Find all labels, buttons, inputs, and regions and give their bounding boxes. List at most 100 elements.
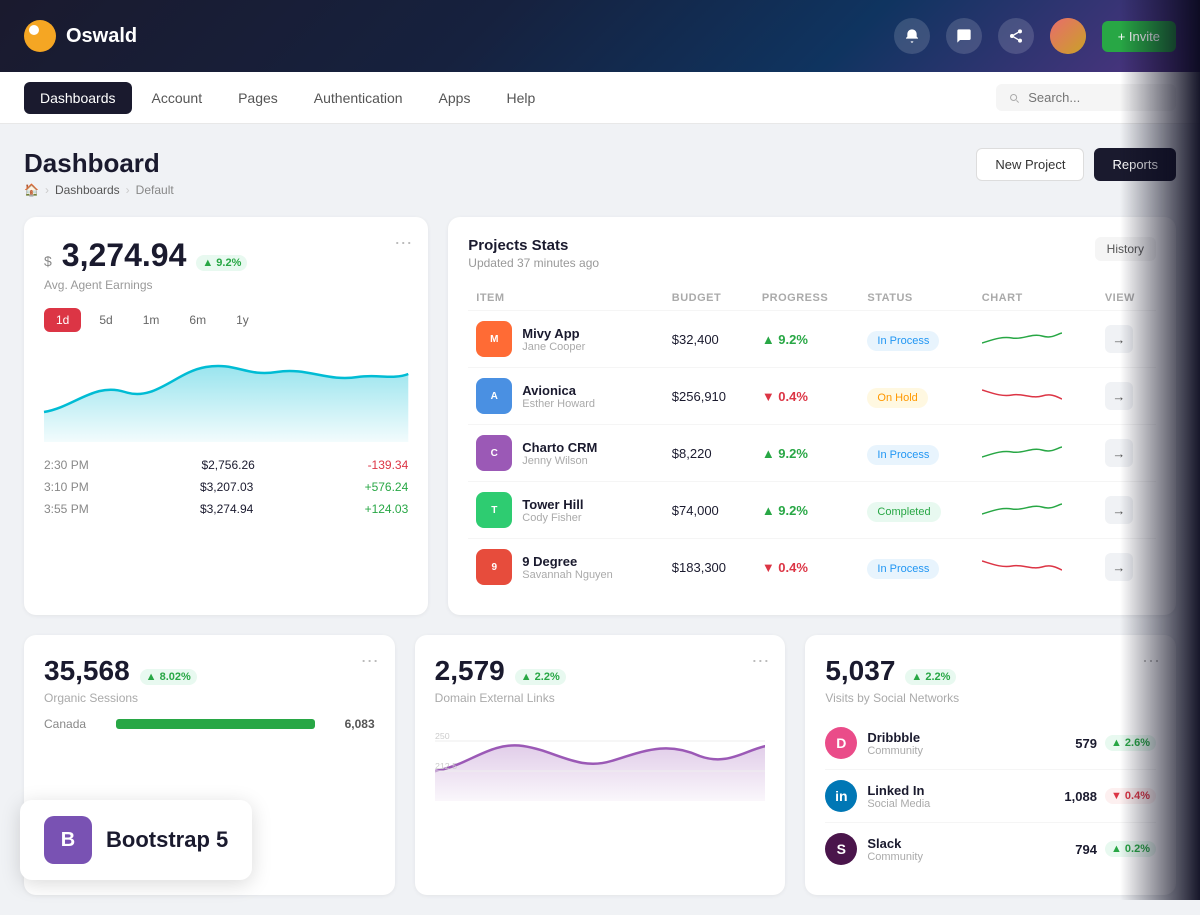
project-owner-2: Jenny Wilson	[522, 455, 597, 467]
breadcrumb-dashboards[interactable]: Dashboards	[55, 183, 120, 197]
col-chart: CHART	[974, 286, 1097, 311]
nav-item-pages[interactable]: Pages	[222, 82, 294, 114]
earnings-subtitle: Avg. Agent Earnings	[44, 278, 408, 292]
project-view-btn-3[interactable]: →	[1105, 496, 1133, 524]
chart-row-2: 3:10 PM $3,207.03 +576.24	[44, 480, 408, 494]
project-name-1: Avionica	[522, 383, 595, 398]
chart-row-3: 3:55 PM $3,274.94 +124.03	[44, 502, 408, 516]
social-row-1: in Linked In Social Media 1,088 ▼ 0.4%	[825, 770, 1156, 823]
project-sparkline-3	[982, 499, 1062, 519]
notifications-icon[interactable]	[894, 18, 930, 54]
organic-value: 35,568	[44, 655, 130, 687]
project-name-2: Charto CRM	[522, 440, 597, 455]
time-2: 3:10 PM	[44, 480, 89, 494]
country-canada: Canada	[44, 717, 86, 731]
time-filters: 1d 5d 1m 6m 1y	[44, 308, 408, 332]
avatar[interactable]	[1050, 18, 1086, 54]
bootstrap-badge: B Bootstrap 5	[20, 800, 252, 880]
organic-more-button[interactable]: ⋯	[361, 651, 379, 672]
earnings-badge: ▲ 9.2%	[196, 255, 247, 271]
nav-item-help[interactable]: Help	[490, 82, 551, 114]
filter-1d[interactable]: 1d	[44, 308, 81, 332]
project-view-btn-4[interactable]: →	[1105, 553, 1133, 581]
project-status-3: Completed	[867, 502, 940, 522]
table-row: C Charto CRM Jenny Wilson $8,220 ▲ 9.2% …	[468, 425, 1156, 482]
social-name-0: Dribbble	[867, 730, 1075, 745]
reports-button[interactable]: Reports	[1094, 148, 1176, 181]
earnings-more-button[interactable]: ⋯	[394, 233, 412, 254]
filter-1y[interactable]: 1y	[224, 308, 261, 332]
project-view-btn-0[interactable]: →	[1105, 325, 1133, 353]
time-3: 3:55 PM	[44, 502, 89, 516]
project-icon-4: 9	[476, 549, 512, 585]
val-1: $2,756.26	[201, 458, 254, 472]
project-budget-4: $183,300	[664, 539, 754, 596]
project-icon-1: A	[476, 378, 512, 414]
filter-1m[interactable]: 1m	[131, 308, 172, 332]
nav-item-apps[interactable]: Apps	[423, 82, 487, 114]
main-content: Dashboard 🏠 › Dashboards › Default New P…	[0, 124, 1200, 895]
social-name-1: Linked In	[867, 783, 1064, 798]
project-sparkline-4	[982, 556, 1062, 576]
project-budget-2: $8,220	[664, 425, 754, 482]
invite-button[interactable]: + Invite	[1102, 21, 1176, 52]
search-input[interactable]	[1028, 90, 1164, 105]
history-button[interactable]: History	[1095, 237, 1156, 261]
project-icon-2: C	[476, 435, 512, 471]
project-name-3: Tower Hill	[522, 497, 583, 512]
filter-6m[interactable]: 6m	[177, 308, 218, 332]
project-owner-3: Cody Fisher	[522, 512, 583, 524]
project-progress-1: ▼ 0.4%	[754, 368, 860, 425]
top-row: ⋯ $ 3,274.94 ▲ 9.2% Avg. Agent Earnings …	[24, 217, 1176, 615]
new-project-button[interactable]: New Project	[976, 148, 1084, 181]
logo[interactable]: Oswald	[24, 20, 137, 52]
social-count-0: 579	[1075, 736, 1097, 751]
project-item-2: C Charto CRM Jenny Wilson	[476, 435, 656, 471]
val-3: $3,274.94	[200, 502, 253, 516]
project-budget-3: $74,000	[664, 482, 754, 539]
domain-more-button[interactable]: ⋯	[751, 651, 769, 672]
col-status: STATUS	[859, 286, 973, 311]
bootstrap-icon: B	[44, 816, 92, 864]
search-icon	[1008, 91, 1020, 105]
earnings-chart	[44, 342, 408, 442]
nav-item-account[interactable]: Account	[136, 82, 219, 114]
project-owner-0: Jane Cooper	[522, 341, 585, 353]
project-item-3: T Tower Hill Cody Fisher	[476, 492, 656, 528]
project-name-0: Mivy App	[522, 326, 585, 341]
logo-icon	[24, 20, 56, 52]
project-view-btn-1[interactable]: →	[1105, 382, 1133, 410]
project-status-0: In Process	[867, 331, 939, 351]
project-status-1: On Hold	[867, 388, 927, 408]
project-item-4: 9 9 Degree Savannah Nguyen	[476, 549, 656, 585]
earnings-amount-row: $ 3,274.94 ▲ 9.2%	[44, 237, 408, 274]
social-more-button[interactable]: ⋯	[1142, 651, 1160, 672]
nav: Dashboards Account Pages Authentication …	[0, 72, 1200, 124]
chat-icon[interactable]	[946, 18, 982, 54]
nav-item-authentication[interactable]: Authentication	[298, 82, 419, 114]
project-owner-4: Savannah Nguyen	[522, 569, 613, 581]
social-row-2: S Slack Community 794 ▲ 0.2%	[825, 823, 1156, 875]
project-view-btn-2[interactable]: →	[1105, 439, 1133, 467]
time-1: 2:30 PM	[44, 458, 89, 472]
nav-items: Dashboards Account Pages Authentication …	[24, 82, 551, 114]
social-row-0: D Dribbble Community 579 ▲ 2.6%	[825, 717, 1156, 770]
val-2: $3,207.03	[200, 480, 253, 494]
page-actions: New Project Reports	[976, 148, 1176, 181]
project-name-4: 9 Degree	[522, 554, 613, 569]
share-icon[interactable]	[998, 18, 1034, 54]
projects-stats-card: Projects Stats Updated 37 minutes ago Hi…	[448, 217, 1176, 615]
page-title: Dashboard	[24, 148, 174, 179]
project-sparkline-0	[982, 328, 1062, 348]
page-header: Dashboard 🏠 › Dashboards › Default New P…	[24, 148, 1176, 197]
filter-5d[interactable]: 5d	[87, 308, 124, 332]
project-icon-0: M	[476, 321, 512, 357]
social-count-2: 794	[1075, 842, 1097, 857]
col-budget: BUDGET	[664, 286, 754, 311]
nav-item-dashboards[interactable]: Dashboards	[24, 82, 132, 114]
projects-table: ITEM BUDGET PROGRESS STATUS CHART VIEW M…	[468, 286, 1156, 595]
project-item-0: M Mivy App Jane Cooper	[476, 321, 656, 357]
earnings-value: 3,274.94	[62, 237, 187, 274]
organic-label: Organic Sessions	[44, 691, 375, 705]
social-badge-2: ▲ 0.2%	[1105, 841, 1156, 857]
